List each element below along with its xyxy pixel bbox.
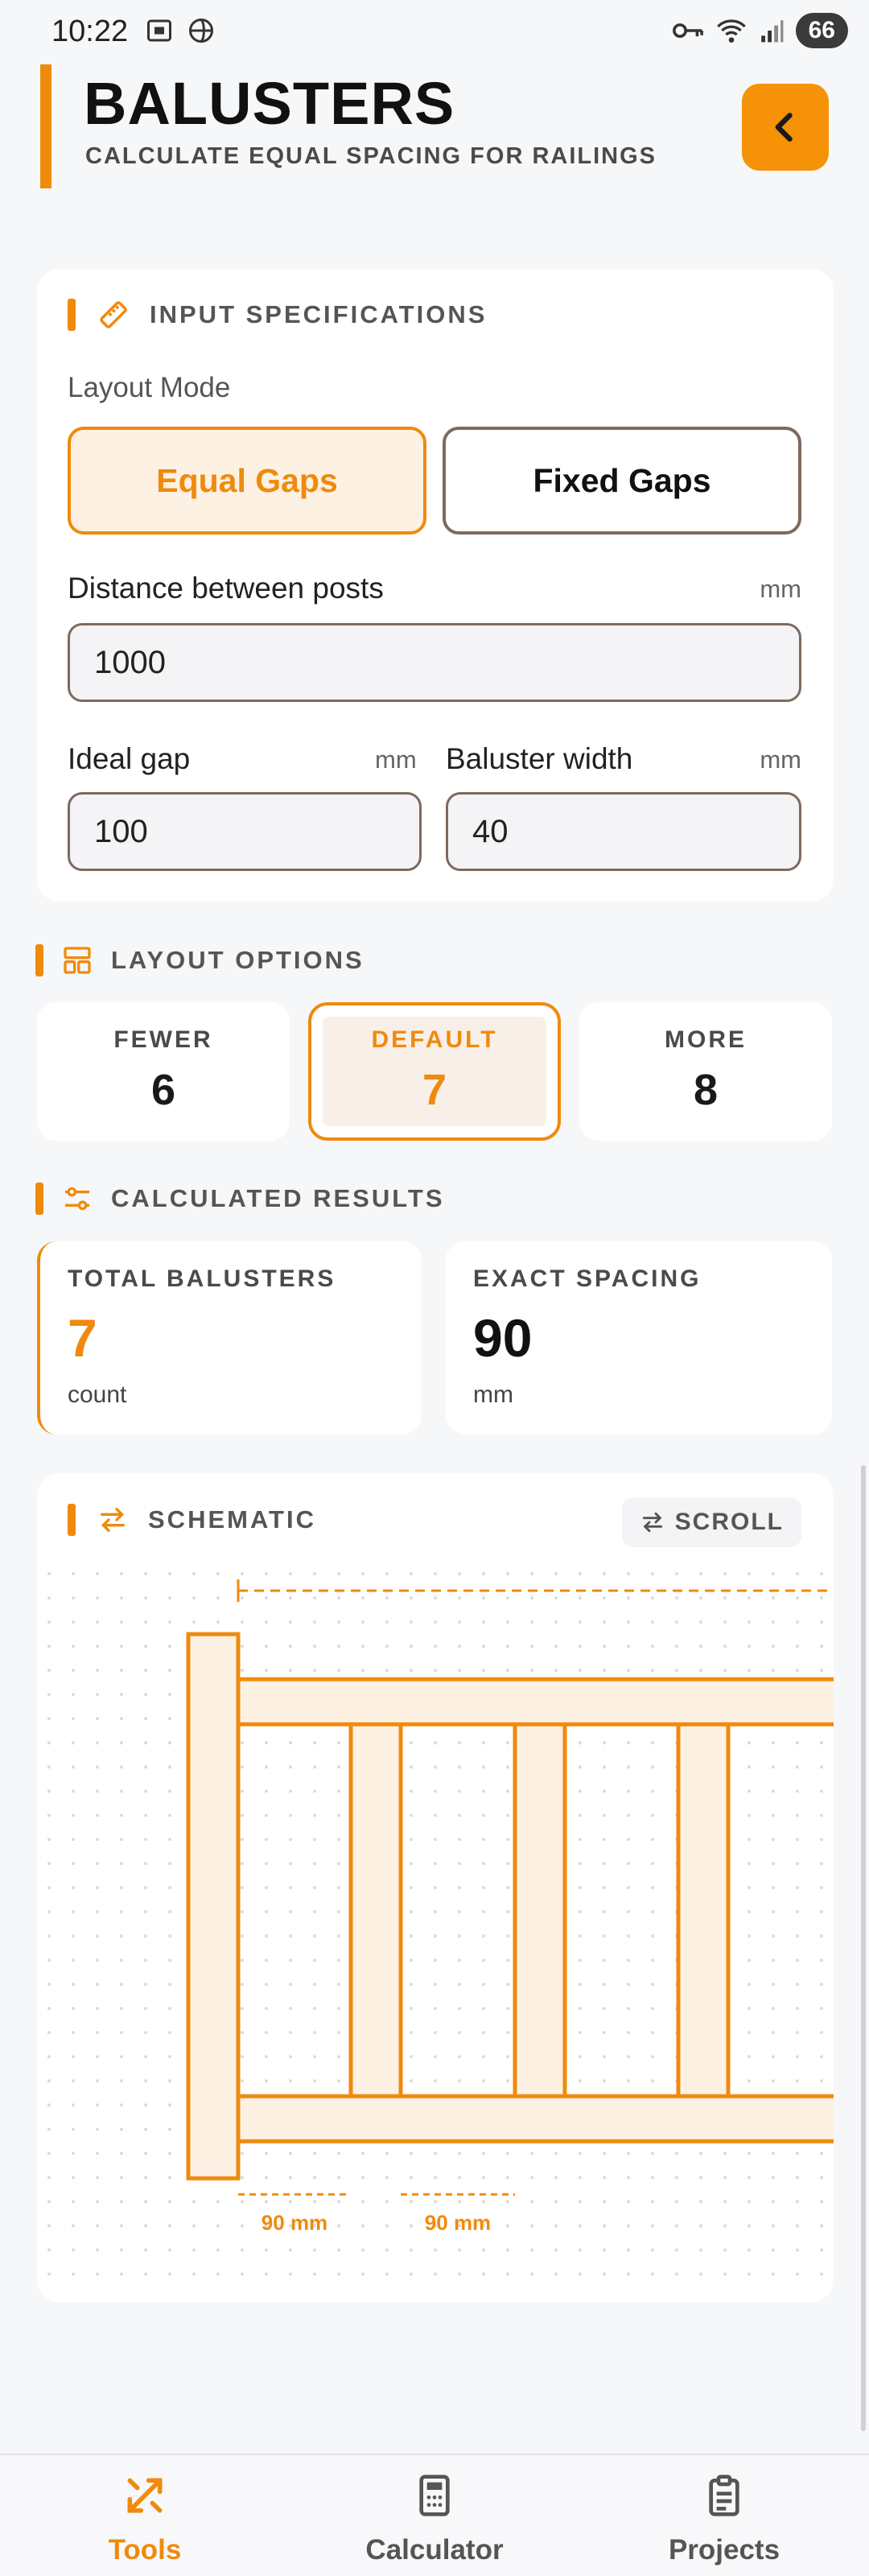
status-left-icons	[145, 16, 216, 45]
nav-projects-label: Projects	[668, 2534, 780, 2566]
scroll-label: SCROLL	[674, 1509, 784, 1535]
screenshot-icon	[147, 19, 171, 42]
distance-label: Distance between posts	[68, 572, 384, 605]
layout-icon	[64, 947, 91, 974]
sliders-icon	[65, 1187, 89, 1211]
results-header: CALCULATED RESULTS	[35, 1183, 445, 1215]
status-time: 10:22	[51, 14, 129, 48]
section-accent-bar	[35, 944, 43, 976]
section-accent-bar	[68, 299, 76, 331]
baluster	[676, 1722, 731, 2099]
ideal-gap-label: Ideal gap	[68, 742, 191, 775]
total-balusters-unit: count	[68, 1381, 127, 1408]
nav-calculator[interactable]: Calculator	[338, 2455, 531, 2576]
option-value: 8	[693, 1066, 719, 1114]
page-header: BALUSTERS CALCULATE EQUAL SPACING FOR RA…	[0, 64, 869, 193]
top-rail	[236, 1677, 834, 1727]
globe-icon	[189, 19, 213, 43]
key-icon	[672, 23, 703, 38]
input-specs-card: INPUT SPECIFICATIONS Layout Mode Equal G…	[37, 269, 834, 902]
exact-spacing-label: EXACT SPACING	[473, 1265, 702, 1292]
header-accent-bar	[40, 64, 51, 188]
scrollbar[interactable]	[861, 1465, 866, 2431]
total-balusters-card: TOTAL BALUSTERS 7 count	[37, 1241, 422, 1435]
schematic-title: SCHEMATIC	[148, 1505, 316, 1534]
distance-input[interactable]: 1000	[68, 623, 801, 702]
option-label: DEFAULT	[371, 1026, 498, 1053]
option-more[interactable]: MORE 8	[579, 1002, 832, 1141]
exact-spacing-card: EXACT SPACING 90 mm	[446, 1241, 832, 1435]
nav-tools-label: Tools	[108, 2534, 182, 2566]
page-title: BALUSTERS	[84, 70, 455, 137]
ideal-gap-input[interactable]: 100	[68, 792, 422, 871]
ruler-icon	[100, 301, 127, 328]
tools-icon	[127, 2478, 163, 2513]
baluster-width-input[interactable]: 40	[446, 792, 801, 871]
gap-label: 90 mm	[262, 2211, 327, 2235]
signal-icon	[760, 20, 784, 43]
back-button[interactable]	[742, 84, 829, 171]
input-specs-header: INPUT SPECIFICATIONS	[68, 298, 487, 332]
option-value: 6	[150, 1066, 176, 1114]
chevron-left-icon	[775, 113, 793, 142]
layout-options-title: LAYOUT OPTIONS	[111, 946, 364, 974]
mode-fixed-gaps-button[interactable]: Fixed Gaps	[443, 427, 801, 535]
mode-equal-gaps-button[interactable]: Equal Gaps	[68, 427, 426, 535]
input-specs-title: INPUT SPECIFICATIONS	[150, 300, 488, 328]
option-label: MORE	[665, 1026, 747, 1053]
schematic-card: SCHEMATIC SCROLL 90 mm 90 mm	[37, 1473, 834, 2302]
bottom-rail	[236, 2094, 834, 2144]
total-balusters-value: 7	[68, 1308, 97, 1368]
option-default[interactable]: DEFAULT 7	[308, 1002, 561, 1141]
layout-options-header: LAYOUT OPTIONS	[35, 944, 364, 976]
status-right-icons: 66	[672, 13, 848, 48]
battery-indicator: 66	[795, 13, 848, 48]
scroll-hint-button[interactable]: SCROLL	[621, 1497, 801, 1547]
exact-spacing-unit: mm	[473, 1381, 513, 1408]
schematic-drawing: 90 mm 90 mm	[37, 1562, 834, 2286]
baluster	[513, 1722, 567, 2099]
option-value: 7	[422, 1066, 447, 1114]
section-accent-bar	[35, 1183, 43, 1215]
baluster	[348, 1722, 403, 2099]
layout-mode-label: Layout Mode	[68, 372, 231, 403]
option-fewer[interactable]: FEWER 6	[37, 1002, 290, 1141]
schematic-header: SCHEMATIC	[68, 1504, 316, 1536]
total-balusters-label: TOTAL BALUSTERS	[68, 1265, 336, 1292]
calculator-icon	[419, 2475, 450, 2516]
status-bar: 10:22 66	[0, 0, 869, 64]
nav-projects[interactable]: Projects	[628, 2455, 821, 2576]
results-title: CALCULATED RESULTS	[111, 1184, 445, 1212]
ideal-gap-unit: mm	[375, 745, 417, 774]
baluster-width-label: Baluster width	[446, 742, 633, 775]
wifi-icon	[716, 19, 746, 43]
option-label: FEWER	[113, 1026, 213, 1053]
section-accent-bar	[68, 1504, 76, 1536]
bottom-nav: Tools Calculator Projects	[0, 2454, 869, 2574]
nav-calculator-label: Calculator	[365, 2534, 504, 2566]
baluster-width-unit: mm	[760, 745, 801, 774]
gap-label: 90 mm	[425, 2211, 491, 2235]
exact-spacing-value: 90	[473, 1308, 533, 1368]
post	[186, 1632, 241, 2181]
nav-tools[interactable]: Tools	[48, 2455, 241, 2576]
scroll-arrows-icon	[642, 1512, 662, 1533]
clipboard-icon	[709, 2475, 739, 2516]
swap-arrows-icon	[101, 1508, 125, 1532]
distance-unit: mm	[760, 575, 801, 603]
page-subtitle: CALCULATE EQUAL SPACING FOR RAILINGS	[85, 143, 657, 169]
